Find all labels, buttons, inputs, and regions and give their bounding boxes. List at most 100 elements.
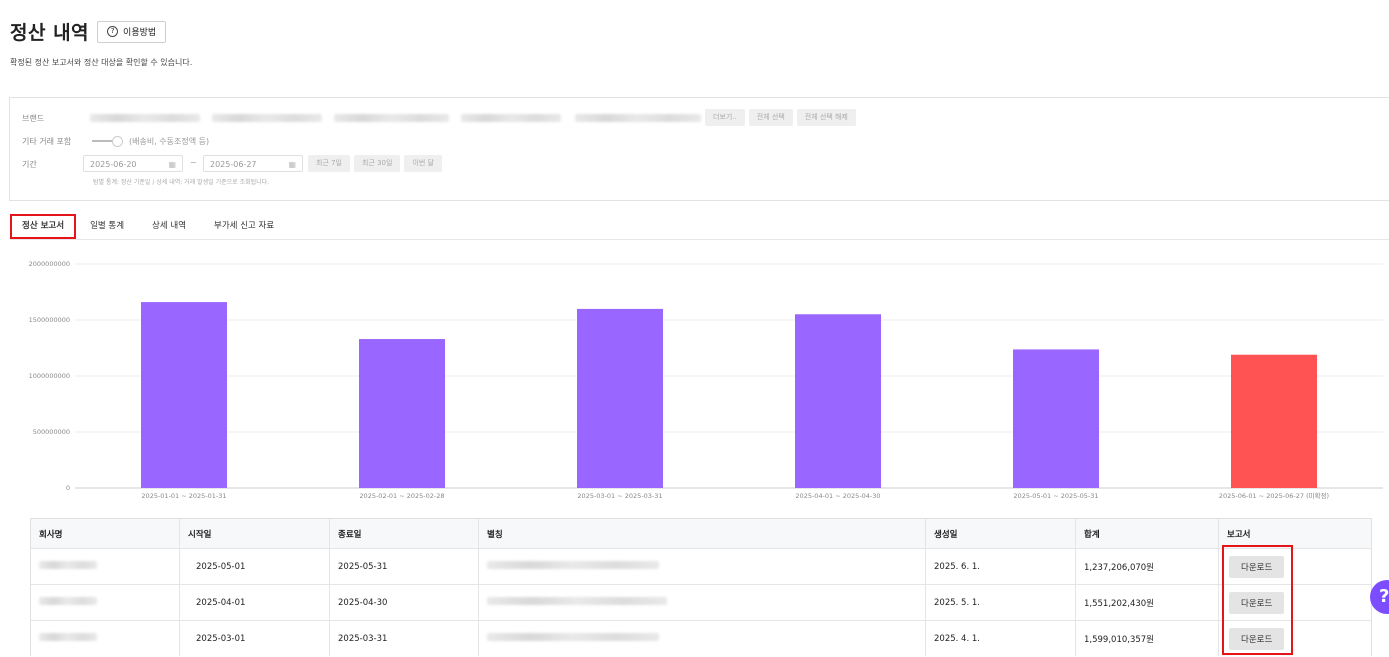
table-row: 2025-05-01 2025-05-31 2025. 6. 1. 1,237,…	[31, 548, 1371, 585]
help-label: 이용방법	[123, 28, 157, 38]
bar[interactable]	[141, 302, 227, 488]
report-cell: 다운로드	[1218, 620, 1371, 656]
etc-toggle[interactable]	[92, 136, 123, 147]
col-start: 시작일	[179, 519, 330, 549]
col-alias: 별칭	[478, 519, 926, 549]
question-icon: ?	[107, 26, 119, 37]
start-cell: 2025-04-01	[179, 584, 330, 621]
tab-daily-stats[interactable]: 일별 통계	[76, 214, 138, 239]
company-cell	[31, 584, 180, 621]
alias-cell	[478, 548, 926, 585]
start-cell: 2025-05-01	[179, 548, 330, 585]
table-row: 2025-03-01 2025-03-31 2025. 4. 1. 1,599,…	[31, 620, 1371, 656]
etc-row: (배송비, 수동조정액 등)	[10, 134, 310, 148]
y-tick-label: 2000000000	[29, 260, 70, 268]
x-tick-label: 2025-04-01 ~ 2025-04-30	[795, 492, 880, 500]
y-tick-label: 0	[66, 484, 70, 492]
etc-hint: (배송비, 수동조정액 등)	[129, 137, 210, 146]
table-header-row: 회사명 시작일 종료일 별칭 생성일 합계 보고서	[31, 519, 1371, 549]
company-cell	[31, 548, 180, 585]
last-30-days-button[interactable]: 최근 30일	[354, 155, 401, 172]
alias-cell	[478, 584, 926, 621]
bar[interactable]	[359, 339, 445, 488]
date-from-value: 2025-06-20	[90, 160, 137, 169]
report-table: 회사명 시작일 종료일 별칭 생성일 합계 보고서 2025-05-01 202…	[30, 518, 1372, 656]
col-end: 종료일	[329, 519, 479, 549]
col-report: 보고서	[1218, 519, 1371, 549]
bar[interactable]	[1231, 354, 1317, 488]
x-tick-label: 2025-01-01 ~ 2025-01-31	[141, 492, 226, 500]
y-tick-label: 1000000000	[29, 372, 70, 380]
alias-redacted	[487, 633, 659, 641]
start-cell: 2025-03-01	[179, 620, 330, 656]
download-button[interactable]: 다운로드	[1229, 627, 1285, 650]
end-cell: 2025-05-31	[329, 548, 479, 585]
company-cell	[31, 620, 180, 656]
toggle-knob	[112, 136, 123, 147]
company-name-redacted	[39, 633, 97, 641]
created-cell: 2025. 4. 1.	[925, 620, 1076, 656]
date-range-separator: ~	[190, 158, 197, 167]
period-hint: 탐별 통계: 정산 기준일 / 상세 내역: 거래 발생일 기준으로 조회됩니다…	[93, 179, 270, 186]
date-from-input[interactable]: 2025-06-20 ▦	[83, 155, 183, 172]
created-cell: 2025. 6. 1.	[925, 548, 1076, 585]
alias-redacted	[487, 597, 667, 605]
date-to-value: 2025-06-27	[210, 160, 257, 169]
download-button[interactable]: 다운로드	[1229, 591, 1285, 614]
col-total: 합계	[1075, 519, 1219, 549]
brand-chip[interactable]	[575, 113, 701, 122]
last-7-days-button[interactable]: 최근 7일	[308, 155, 350, 172]
page-header: 정산 내역 ? 이용방법 확정된 정산 보고서와 정산 대상을 확인할 수 있습…	[10, 18, 192, 68]
calendar-icon: ▦	[168, 160, 176, 169]
tab-details[interactable]: 상세 내역	[138, 214, 200, 239]
alias-redacted	[487, 561, 659, 569]
col-created: 생성일	[925, 519, 1076, 549]
settlement-bar-chart: 0 500000000 1000000000 1500000000 2000000000…	[29, 260, 1383, 500]
y-tick-label: 1500000000	[29, 316, 70, 324]
more-brands-button[interactable]: 더보기..	[705, 109, 745, 126]
page-title: 정산 내역	[10, 22, 90, 44]
brand-chip[interactable]	[212, 113, 322, 122]
this-month-button[interactable]: 이번 달	[404, 155, 442, 172]
company-name-redacted	[39, 561, 97, 569]
x-tick-label: 2025-03-01 ~ 2025-03-31	[577, 492, 662, 500]
x-tick-label: 2025-06-01 ~ 2025-06-27 (미확정)	[1219, 491, 1329, 500]
total-cell: 1,599,010,357원	[1075, 620, 1219, 656]
date-to-input[interactable]: 2025-06-27 ▦	[203, 155, 303, 172]
period-label: 기간	[22, 160, 37, 169]
alias-cell	[478, 620, 926, 656]
y-tick-label: 500000000	[33, 428, 70, 436]
created-cell: 2025. 5. 1.	[925, 584, 1076, 621]
end-cell: 2025-04-30	[329, 584, 479, 621]
brand-chip[interactable]	[334, 113, 449, 122]
report-cell: 다운로드	[1218, 548, 1371, 585]
report-cell: 다운로드	[1218, 584, 1371, 621]
table-row: 2025-04-01 2025-04-30 2025. 5. 1. 1,551,…	[31, 584, 1371, 621]
end-cell: 2025-03-31	[329, 620, 479, 656]
bar[interactable]	[577, 308, 663, 488]
floating-help-button[interactable]: ?	[1370, 580, 1389, 614]
x-tick-label: 2025-05-01 ~ 2025-05-31	[1013, 492, 1098, 500]
bar[interactable]	[795, 314, 881, 488]
calendar-icon: ▦	[288, 160, 296, 169]
tab-divider	[10, 239, 1389, 240]
x-tick-label: 2025-02-01 ~ 2025-02-28	[359, 492, 444, 500]
brand-chip[interactable]	[90, 113, 200, 122]
brand-label: 브랜드	[22, 114, 45, 123]
help-button[interactable]: ? 이용방법	[97, 20, 167, 43]
tab-settlement-report[interactable]: 정산 보고서	[10, 214, 77, 239]
col-company: 회사명	[31, 519, 180, 549]
download-button[interactable]: 다운로드	[1229, 555, 1285, 578]
brand-chip[interactable]	[461, 113, 561, 122]
tab-bar: 정산 보고서 일별 통계 상세 내역 부가세 신고 자료	[10, 214, 288, 239]
brand-list: 더보기.. 전체 선택 전체 선택 해제	[90, 109, 860, 126]
company-name-redacted	[39, 597, 97, 605]
page-subtitle: 확정된 정산 보고서와 정산 대상을 확인할 수 있습니다.	[10, 58, 193, 67]
total-cell: 1,237,206,070원	[1075, 548, 1219, 585]
total-cell: 1,551,202,430원	[1075, 584, 1219, 621]
tab-vat-data[interactable]: 부가세 신고 자료	[200, 214, 288, 239]
bar[interactable]	[1013, 349, 1099, 488]
select-all-button[interactable]: 전체 선택	[748, 109, 793, 126]
deselect-all-button[interactable]: 전체 선택 해제	[796, 109, 856, 126]
filter-panel: 브랜드 더보기.. 전체 선택 전체 선택 해제 기타 거래 포함 (배송비, …	[9, 97, 1389, 201]
